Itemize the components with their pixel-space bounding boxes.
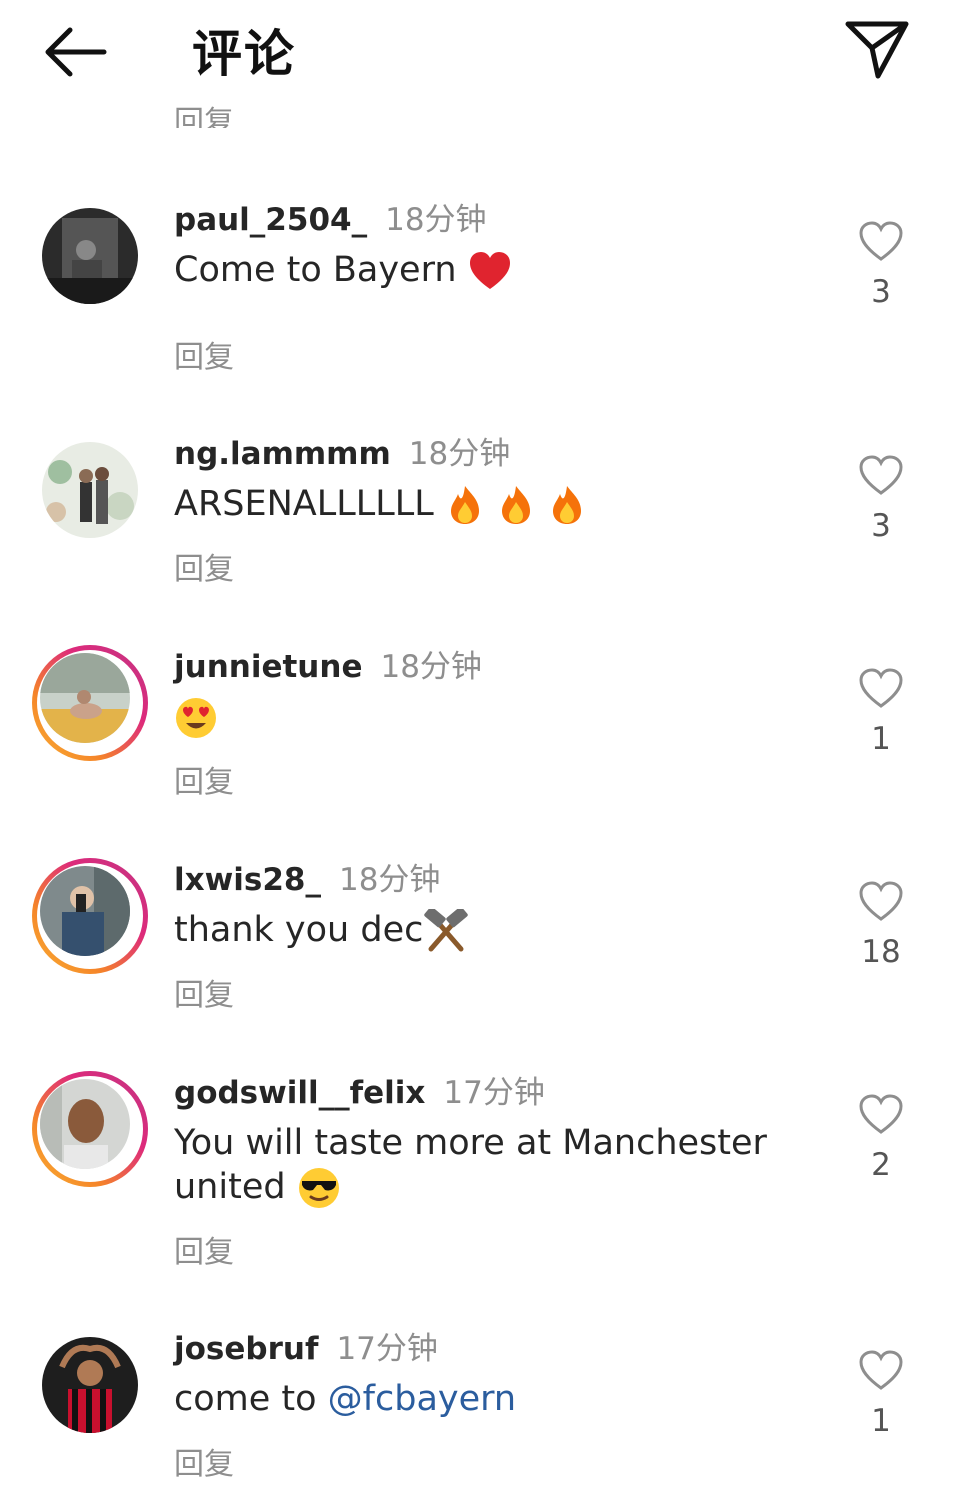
timestamp: 17分钟 [336, 1331, 438, 1367]
fire-emoji-icon [450, 486, 479, 524]
like-count: 1 [871, 721, 891, 757]
story-ring-avatar[interactable] [32, 1071, 148, 1187]
fire-emoji-icon [502, 486, 530, 524]
like-count: 1 [871, 1403, 891, 1439]
sunglasses-emoji-icon [298, 1168, 339, 1208]
like-heart-icon[interactable] [858, 880, 904, 922]
comment-meta: lxwis28_ 18分钟 [174, 854, 440, 899]
avatar [40, 866, 130, 956]
like-count: 3 [871, 274, 891, 310]
avatar[interactable] [42, 208, 138, 304]
red-heart-emoji-icon [469, 252, 510, 289]
like-heart-icon[interactable] [858, 220, 904, 262]
story-ring-avatar[interactable] [32, 645, 148, 761]
reply-button[interactable]: 回复 [174, 970, 234, 1014]
avatar[interactable] [42, 442, 138, 538]
like-count: 18 [861, 934, 901, 970]
username[interactable]: lxwis28_ [174, 862, 321, 898]
mention-link[interactable]: @fcbayern [328, 1379, 516, 1419]
like-count: 2 [871, 1147, 891, 1183]
reply-button[interactable]: 回复 [174, 332, 234, 376]
timestamp: 18分钟 [380, 649, 482, 685]
reply-button[interactable]: 回复 [174, 1439, 234, 1483]
page-title: 评论 [192, 25, 296, 83]
like-count: 3 [871, 508, 891, 544]
heart-eyes-emoji-icon [176, 698, 216, 738]
avatar [40, 653, 130, 743]
comment-meta: ng.lammmm 18分钟 [174, 428, 510, 473]
like-heart-icon[interactable] [858, 667, 904, 709]
like-heart-icon[interactable] [858, 454, 904, 496]
username[interactable]: junnietune [174, 649, 362, 685]
back-arrow-icon[interactable] [40, 22, 110, 82]
username[interactable]: godswill__felix [174, 1075, 425, 1111]
story-ring-avatar[interactable] [32, 858, 148, 974]
reply-button[interactable]: 回复 [174, 1227, 234, 1271]
comment-text: You will taste more at Manchester united [174, 1121, 774, 1210]
avatar[interactable] [42, 1337, 138, 1433]
avatar [40, 1079, 130, 1169]
fire-emoji-icon [553, 486, 582, 524]
reply-button[interactable]: 回复 [174, 757, 234, 801]
comment-text [174, 695, 774, 740]
username[interactable]: ng.lammmm [174, 436, 391, 472]
username[interactable]: josebruf [174, 1331, 318, 1367]
send-paper-plane-icon[interactable] [842, 18, 912, 80]
partial-reply-link[interactable]: 回复 [174, 104, 234, 129]
hammer-and-pick-emoji-icon [424, 909, 469, 952]
comment-text: come to @fcbayern [174, 1379, 517, 1419]
timestamp: 18分钟 [338, 862, 441, 898]
like-heart-icon[interactable] [858, 1349, 904, 1391]
timestamp: 18分钟 [385, 202, 487, 238]
comment-text: ARSENALLLLLL [174, 482, 774, 526]
comment-meta: junnietune 18分钟 [174, 641, 482, 686]
username[interactable]: paul_2504_ [174, 202, 367, 238]
reply-button[interactable]: 回复 [174, 544, 234, 588]
comment-meta: paul_2504_ 18分钟 [174, 194, 487, 239]
timestamp: 18分钟 [408, 436, 511, 472]
top-bar: 评论 [0, 0, 960, 100]
comment-text: thank you dec [174, 908, 774, 953]
timestamp: 17分钟 [443, 1075, 545, 1111]
comment-text: Come to Bayern [174, 248, 774, 292]
comment-meta: godswill__felix 17分钟 [174, 1067, 545, 1112]
comment-meta: josebruf 17分钟 [174, 1323, 438, 1368]
like-heart-icon[interactable] [858, 1093, 904, 1135]
